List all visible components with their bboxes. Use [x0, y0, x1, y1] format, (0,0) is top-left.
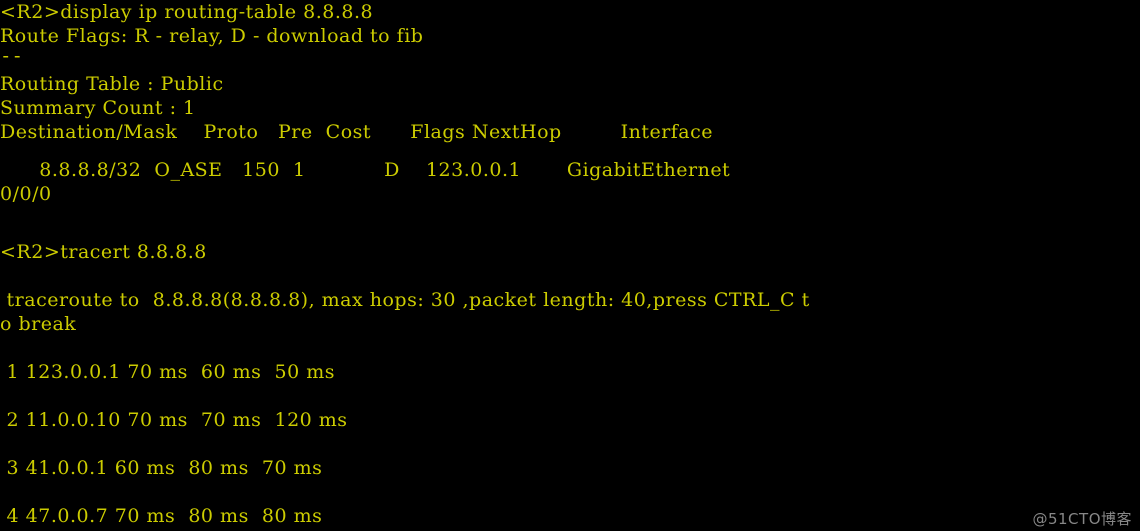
terminal-line-command-tracert: <R2>tracert 8.8.8.8: [0, 241, 207, 263]
terminal-line-route-entry: 8.8.8.8/32 O_ASE 150 1 D 123.0.0.1 Gigab…: [0, 159, 731, 181]
terminal-line-hop-3: 3 41.0.0.1 60 ms 80 ms 70 ms: [0, 457, 323, 479]
terminal-line-command-display: <R2>display ip routing-table 8.8.8.8: [0, 1, 374, 23]
terminal-line-hop-2: 2 11.0.0.10 70 ms 70 ms 120 ms: [0, 409, 348, 431]
terminal-line-traceroute-banner-wrap: o break: [0, 313, 77, 335]
terminal-line-blank-5: [0, 336, 1140, 360]
terminal-line-blank-7: [0, 432, 1140, 456]
terminal-line-hop-4: 4 47.0.0.7 70 ms 80 ms 80 ms: [0, 505, 323, 527]
terminal-line-route-entry-wrap: 0/0/0: [0, 183, 52, 205]
watermark-51cto: @51CTO博客: [1032, 510, 1132, 528]
terminal-line-traceroute-banner: traceroute to 8.8.8.8(8.8.8.8), max hops…: [0, 289, 810, 311]
terminal-line-hop-1: 1 123.0.0.1 70 ms 60 ms 50 ms: [0, 361, 335, 383]
terminal-line-table-header: Destination/Mask Proto Pre Cost Flags Ne…: [0, 121, 714, 143]
terminal-line-blank-3: [0, 206, 1140, 230]
terminal-line-blank-6: [0, 384, 1140, 408]
terminal-window[interactable]: <R2>display ip routing-table 8.8.8.8 Rou…: [0, 0, 1140, 531]
terminal-line-summary-count: Summary Count : 1: [0, 97, 196, 119]
terminal-line-routing-table-name: Routing Table : Public: [0, 73, 224, 95]
terminal-line-blank-4: [0, 264, 1140, 288]
terminal-line-blank-8: [0, 480, 1140, 504]
